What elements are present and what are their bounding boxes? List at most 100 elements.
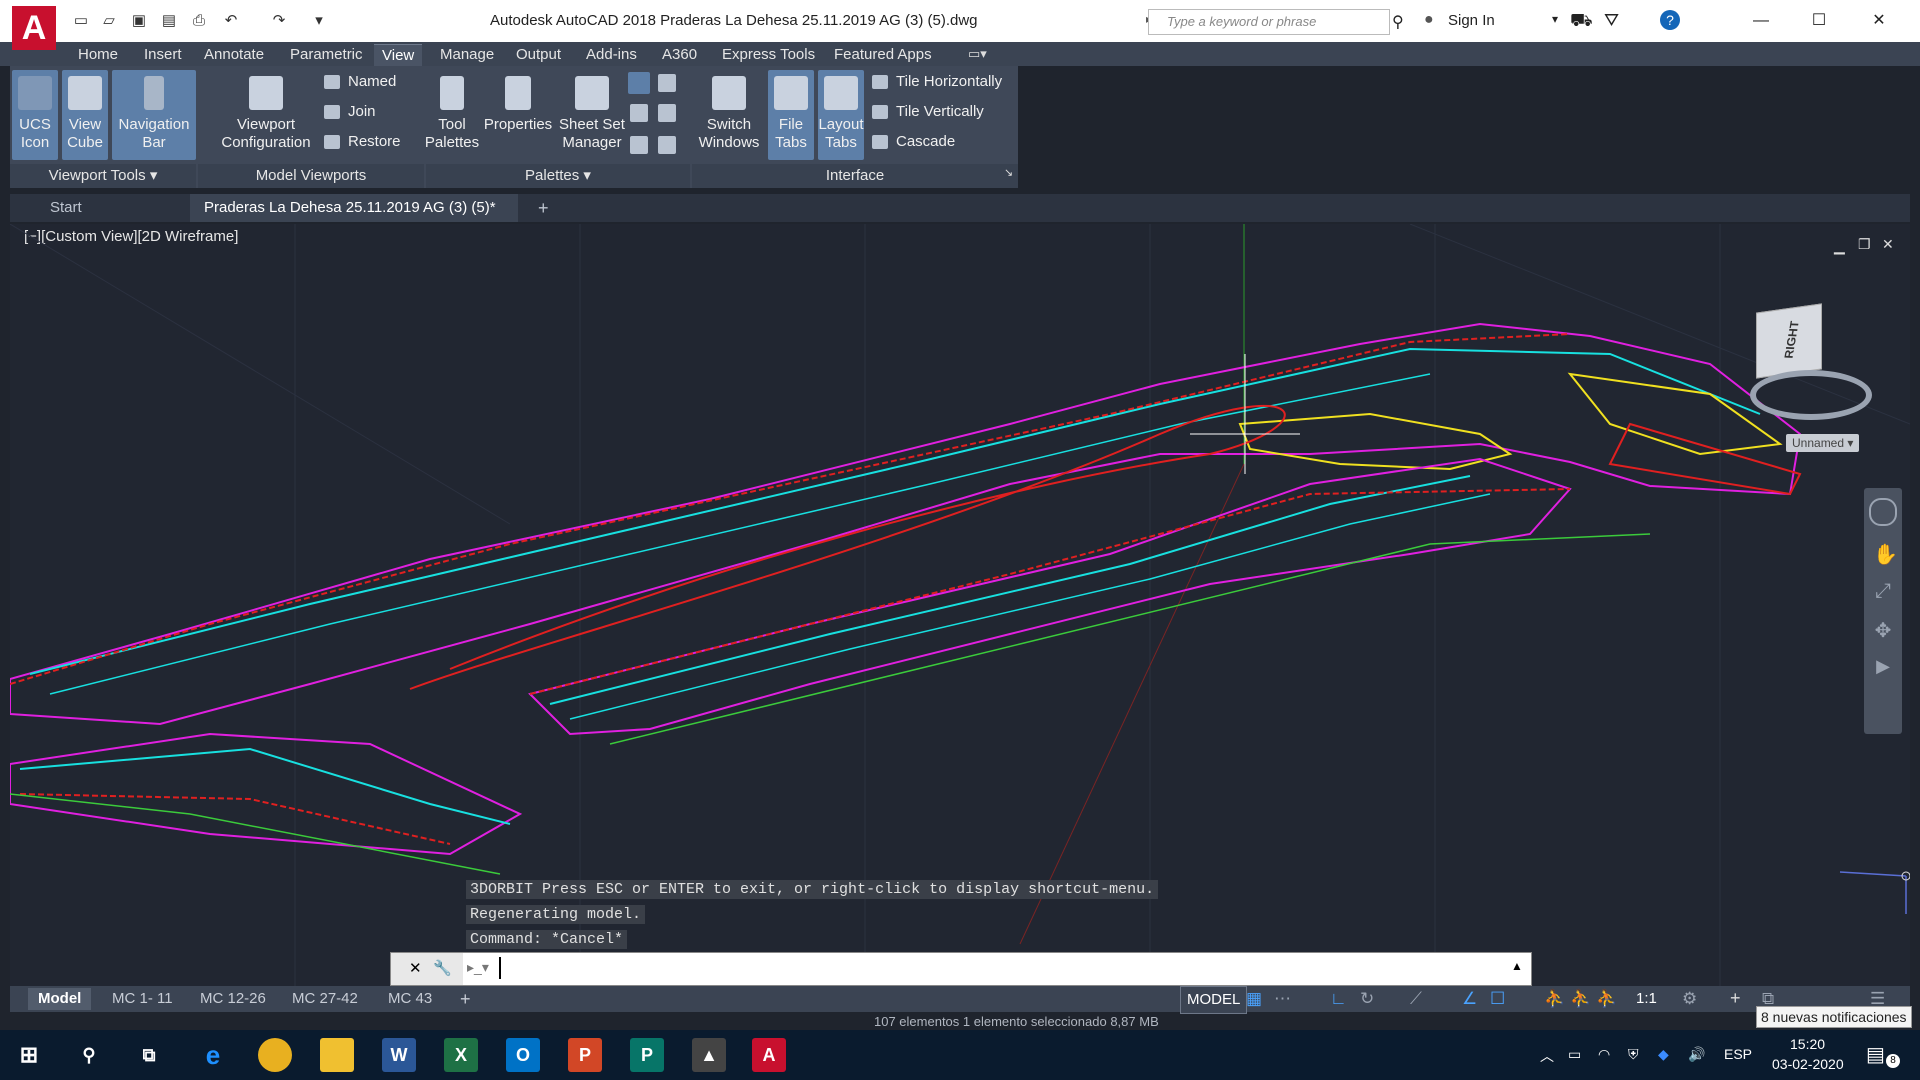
- annotation-monitor-icon[interactable]: +: [1730, 988, 1741, 1009]
- panel-palettes[interactable]: Palettes ▾: [426, 164, 690, 188]
- autocad-taskbar-icon[interactable]: A: [752, 1038, 786, 1072]
- tab-parametric[interactable]: Parametric: [282, 44, 371, 66]
- redo-icon[interactable]: ↷: [270, 13, 288, 29]
- tab-view[interactable]: View: [374, 44, 423, 67]
- tab-home[interactable]: Home: [70, 44, 126, 66]
- model-space-toggle[interactable]: MODEL: [1180, 986, 1248, 1014]
- task-view-icon[interactable]: ⧉: [132, 1038, 166, 1072]
- new-layout-icon[interactable]: +: [450, 988, 481, 1010]
- palette-icon-4[interactable]: [658, 104, 676, 122]
- command-history-toggle-icon[interactable]: ▲: [1511, 959, 1523, 973]
- edge-icon[interactable]: e: [196, 1038, 230, 1072]
- help-icon[interactable]: ?: [1660, 10, 1680, 30]
- photos-icon[interactable]: ▲: [692, 1038, 726, 1072]
- switch-windows-button[interactable]: Switch Windows: [694, 70, 764, 160]
- sheet-set-manager-button[interactable]: Sheet Set Manager: [556, 70, 628, 160]
- ortho-icon[interactable]: ∟: [1330, 989, 1347, 1009]
- minimize-icon[interactable]: —: [1738, 8, 1784, 34]
- viewcube-compass[interactable]: [1750, 370, 1872, 420]
- save-as-icon[interactable]: ▤: [160, 13, 178, 29]
- object-snap-icon[interactable]: ☐: [1490, 989, 1505, 1009]
- application-menu-button[interactable]: A: [12, 6, 56, 50]
- orbit-icon[interactable]: ✥: [1872, 618, 1894, 642]
- annotation-scale-icon[interactable]: ⛹: [1596, 989, 1617, 1009]
- tab-manage[interactable]: Manage: [432, 44, 502, 66]
- tool-palettes-button[interactable]: Tool Palettes: [422, 70, 482, 160]
- qat-dropdown-icon[interactable]: ▾: [310, 13, 328, 29]
- tab-featured-apps[interactable]: Featured Apps: [826, 44, 940, 66]
- tile-vertically-button[interactable]: Tile Vertically: [872, 100, 984, 124]
- language-indicator[interactable]: ESP: [1724, 1046, 1752, 1062]
- battery-icon[interactable]: ▭: [1568, 1046, 1581, 1063]
- zoom-extents-icon[interactable]: ⤢: [1872, 580, 1894, 602]
- viewcube[interactable]: RIGHT: [1756, 303, 1822, 379]
- tab-express-tools[interactable]: Express Tools: [714, 44, 823, 66]
- polar-icon[interactable]: ↻: [1360, 989, 1374, 1009]
- command-prompt-icon[interactable]: ▸_▾: [467, 959, 489, 976]
- tab-a360[interactable]: A360: [654, 44, 705, 66]
- tile-horizontally-button[interactable]: Tile Horizontally: [872, 70, 1002, 94]
- workspace-gear-icon[interactable]: ⚙: [1682, 989, 1697, 1009]
- file-tab-start[interactable]: Start: [36, 194, 204, 222]
- palette-toggle-icon[interactable]: [628, 72, 650, 94]
- palette-icon-6[interactable]: [658, 136, 676, 154]
- search-icon[interactable]: ⚲: [72, 1038, 106, 1072]
- palette-icon-5[interactable]: [630, 136, 648, 154]
- project-icon[interactable]: P: [630, 1038, 664, 1072]
- new-icon[interactable]: ▭: [72, 13, 90, 29]
- restore-button[interactable]: Restore: [324, 130, 401, 154]
- ucs-menu-button[interactable]: Unnamed ▾: [1786, 434, 1860, 452]
- outlook-icon[interactable]: O: [506, 1038, 540, 1072]
- palette-icon-3[interactable]: [630, 104, 648, 122]
- isodraft-icon[interactable]: ⟋: [1410, 989, 1422, 1009]
- grid-icon[interactable]: ▦: [1246, 989, 1262, 1009]
- showmotion-icon[interactable]: ▶: [1872, 656, 1894, 678]
- plot-icon[interactable]: ⎙: [190, 13, 208, 29]
- layout-tab-mc-27-42[interactable]: MC 27-42: [282, 988, 368, 1010]
- file-tab-document[interactable]: Praderas La Dehesa 25.11.2019 AG (3) (5)…: [190, 194, 518, 244]
- tab-add-ins[interactable]: Add-ins: [578, 44, 645, 66]
- tab-insert[interactable]: Insert: [136, 44, 190, 66]
- a360-icon[interactable]: ⛛: [1604, 10, 1619, 31]
- view-cube-button[interactable]: View Cube: [62, 70, 108, 160]
- cart-icon[interactable]: ⛟: [1570, 10, 1593, 34]
- viewport-configuration-button[interactable]: Viewport Configuration: [206, 70, 326, 160]
- command-line[interactable]: ✕ 🔧 ▸_▾ ▲: [390, 952, 1532, 986]
- sign-in-button[interactable]: Sign In: [1448, 12, 1495, 29]
- steering-wheel-icon[interactable]: [1869, 498, 1897, 526]
- pan-icon[interactable]: ✋: [1873, 542, 1898, 566]
- cascade-button[interactable]: Cascade: [872, 130, 955, 154]
- search-input[interactable]: Type a keyword or phrase: [1148, 9, 1390, 35]
- powerpoint-icon[interactable]: P: [568, 1038, 602, 1072]
- open-icon[interactable]: ▱: [100, 13, 118, 29]
- layout-tab-mc-1-11[interactable]: MC 1- 11: [102, 988, 183, 1010]
- palette-icon-2[interactable]: [658, 74, 676, 92]
- panel-viewport-tools[interactable]: Viewport Tools ▾: [10, 164, 196, 188]
- file-explorer-icon[interactable]: [320, 1038, 354, 1072]
- save-icon[interactable]: ▣: [130, 13, 148, 29]
- clock-time[interactable]: 15:20: [1790, 1036, 1825, 1052]
- file-tabs-button[interactable]: File Tabs: [768, 70, 814, 160]
- navigation-bar-button[interactable]: Navigation Bar: [112, 70, 196, 160]
- wifi-icon[interactable]: ◠: [1598, 1046, 1610, 1063]
- named-button[interactable]: Named: [324, 70, 396, 94]
- join-button[interactable]: Join: [324, 100, 376, 124]
- snap-icon[interactable]: ⋯: [1274, 989, 1291, 1009]
- sign-in-dropdown-icon[interactable]: ▾: [1552, 12, 1558, 26]
- new-tab-icon[interactable]: +: [524, 194, 566, 222]
- panel-launcher-icon[interactable]: ↘: [1004, 166, 1013, 179]
- drawing-canvas[interactable]: [−][Custom View][2D Wireframe] ▁ ❐ ✕ RIG…: [10, 224, 1910, 986]
- ucs-icon-button[interactable]: UCS Icon: [12, 70, 58, 160]
- annotation-visibility-icon[interactable]: ⛹: [1544, 989, 1565, 1009]
- maximize-icon[interactable]: ☐: [1796, 8, 1842, 34]
- customize-icon[interactable]: 🔧: [433, 959, 452, 977]
- defender-icon[interactable]: ⛨: [1628, 1046, 1639, 1063]
- binoculars-icon[interactable]: ⚲: [1392, 12, 1404, 32]
- layout-tab-mc-43[interactable]: MC 43: [378, 988, 442, 1010]
- properties-button[interactable]: Properties: [480, 70, 556, 160]
- windows-start-icon[interactable]: ⊞: [12, 1038, 46, 1072]
- layout-tab-model[interactable]: Model: [28, 988, 92, 1010]
- excel-icon[interactable]: X: [444, 1038, 478, 1072]
- word-icon[interactable]: W: [382, 1038, 416, 1072]
- dropbox-icon[interactable]: ◆: [1658, 1046, 1669, 1063]
